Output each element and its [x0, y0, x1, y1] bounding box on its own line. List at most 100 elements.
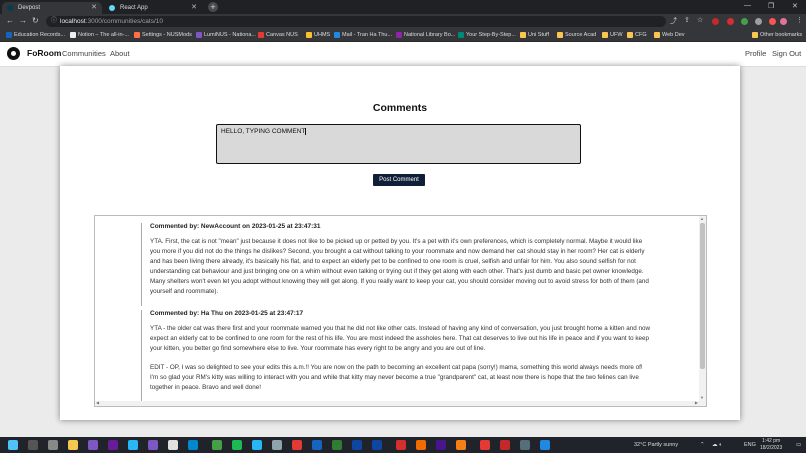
scroll-up-arrow-icon[interactable]: ▲ [700, 216, 704, 221]
bookmark-item[interactable]: Notion – The all-in-... [70, 29, 129, 41]
bookmark-item[interactable]: UHMS [306, 29, 330, 41]
bookmark-star-icon[interactable]: ☆ [697, 16, 703, 24]
comment-meta: Commented by: NewAccount on 2023-01-25 a… [150, 223, 321, 230]
text-caret [305, 128, 306, 135]
comment-paragraph: YTA. First, the cat is not "mean" just b… [150, 238, 649, 295]
app-icon[interactable] [168, 440, 178, 450]
bookmark-favicon-icon [134, 32, 140, 38]
comments-list[interactable]: Commented by: NewAccount on 2023-01-25 a… [94, 215, 707, 407]
profile-avatar-icon[interactable] [780, 18, 787, 25]
browser-tab-react-app[interactable]: React App ✕ [104, 2, 202, 14]
start-windows-icon[interactable] [8, 440, 18, 450]
close-tab-icon[interactable]: ✕ [191, 2, 197, 14]
search-icon[interactable] [28, 440, 38, 450]
comment-body: YTA - the older cat was there first and … [150, 324, 651, 393]
scroll-down-arrow-icon[interactable]: ▼ [700, 395, 704, 400]
horizontal-scrollbar[interactable]: ◀ ▶ [95, 400, 699, 406]
info-icon[interactable]: ⓘ [51, 16, 57, 27]
folder-icon [602, 32, 608, 38]
bookmark-folder[interactable]: Web Dev [654, 29, 685, 41]
bookmark-folder[interactable]: CFG [627, 29, 647, 41]
app-icon[interactable] [148, 440, 158, 450]
intellij-icon[interactable] [436, 440, 446, 450]
window-close-icon[interactable]: ✕ [792, 2, 798, 10]
app-icon[interactable] [520, 440, 530, 450]
app-icon[interactable] [416, 440, 426, 450]
bookmark-folder[interactable]: Source Acad [557, 29, 596, 41]
bookmark-folder[interactable]: UFW [602, 29, 623, 41]
chrome-icon[interactable] [480, 440, 490, 450]
url-bar[interactable]: ⓘ localhost:3000/communities/cats/10 [46, 16, 666, 27]
tray-icons[interactable]: ☁ ◐ [712, 437, 722, 453]
chrome-icon[interactable] [500, 440, 510, 450]
other-bookmarks-folder[interactable]: Other bookmarks [752, 29, 802, 41]
extension-icon[interactable] [712, 18, 719, 25]
excel-icon[interactable] [332, 440, 342, 450]
reload-icon[interactable]: ↻ [32, 16, 39, 25]
nav-link-sign-out[interactable]: Sign Out [772, 49, 801, 58]
nav-link-communities[interactable]: Communities [62, 49, 106, 58]
bookmark-item[interactable]: Mail - Tran Ha Thu... [334, 29, 392, 41]
system-clock[interactable]: 1:42 pm 18/2/2023 [760, 438, 782, 451]
notification-icon[interactable]: ▭ [796, 437, 801, 453]
post-comment-button[interactable]: Post Comment [373, 174, 425, 186]
comment-meta: Commented by: Ha Thu on 2023-01-25 at 23… [150, 310, 304, 317]
bookmark-item[interactable]: Education Records... [6, 29, 65, 41]
comment-item: Commented by: Ha Thu on 2023-01-25 at 23… [141, 310, 651, 402]
telegram-icon[interactable] [252, 440, 262, 450]
app-icon[interactable] [292, 440, 302, 450]
brand-link[interactable]: FoRoom [27, 48, 61, 58]
word-icon[interactable] [312, 440, 322, 450]
scroll-left-arrow-icon[interactable]: ◀ [96, 400, 99, 405]
bookmark-folder[interactable]: Uni Stuff [520, 29, 549, 41]
back-arrow-icon[interactable]: ← [6, 16, 14, 25]
bookmark-favicon-icon [396, 32, 402, 38]
bookmark-item[interactable]: LumiNUS - Nationa... [196, 29, 256, 41]
app-icon[interactable] [272, 440, 282, 450]
minimize-icon[interactable]: — [744, 2, 751, 9]
scrollbar-thumb[interactable] [700, 223, 705, 369]
tab-title: Devpost [18, 5, 41, 11]
cast-icon[interactable]: ⤴ [670, 16, 677, 26]
comment-body: YTA. First, the cat is not "mean" just b… [150, 237, 651, 297]
vscode-icon[interactable] [128, 440, 138, 450]
bookmark-item[interactable]: National Library Bo... [396, 29, 455, 41]
weather-widget[interactable]: 32°C Partly sunny [634, 437, 678, 453]
github-logo-icon[interactable] [7, 47, 20, 60]
whatsapp-icon[interactable] [212, 440, 222, 450]
extensions-puzzle-icon[interactable] [755, 18, 762, 25]
extension-icon[interactable] [727, 18, 734, 25]
nav-link-about[interactable]: About [110, 49, 130, 58]
vertical-scrollbar[interactable]: ▲ ▼ [699, 216, 706, 406]
maximize-icon[interactable]: ❐ [768, 2, 774, 10]
nav-link-profile[interactable]: Profile [745, 49, 766, 58]
comments-card: Comments HELLO, TYPING COMMENT Post Comm… [60, 66, 740, 420]
extension-icon[interactable] [769, 18, 776, 25]
comment-textarea[interactable]: HELLO, TYPING COMMENT [216, 124, 581, 164]
acrobat-icon[interactable] [396, 440, 406, 450]
app-icon[interactable] [540, 440, 550, 450]
bookmark-item[interactable]: Canvas NUS [258, 29, 298, 41]
browser-tab-devpost[interactable]: Devpost ✕ [2, 2, 102, 14]
scroll-right-arrow-icon[interactable]: ▶ [695, 400, 698, 405]
github-desktop-icon[interactable] [88, 440, 98, 450]
file-explorer-icon[interactable] [68, 440, 78, 450]
visual-studio-icon[interactable] [108, 440, 118, 450]
language-indicator[interactable]: ENG [744, 437, 756, 453]
extension-icon[interactable] [741, 18, 748, 25]
forward-arrow-icon[interactable]: → [19, 16, 27, 25]
tray-chevron-up-icon[interactable]: ⌃ [700, 437, 705, 453]
share-icon[interactable]: ⇪ [684, 16, 690, 24]
settings-gear-icon[interactable] [48, 440, 58, 450]
lightroom-icon[interactable] [372, 440, 382, 450]
app-icon[interactable] [456, 440, 466, 450]
bookmark-item[interactable]: Your Step-By-Step... [458, 29, 516, 41]
edge-icon[interactable] [188, 440, 198, 450]
notion-icon [70, 32, 76, 38]
bookmark-item[interactable]: Settings - NUSMods [134, 29, 192, 41]
spotify-icon[interactable] [232, 440, 242, 450]
close-tab-icon[interactable]: ✕ [91, 2, 97, 14]
new-tab-icon[interactable]: + [208, 2, 218, 12]
photoshop-icon[interactable] [352, 440, 362, 450]
menu-kebab-icon[interactable]: ⋮ [796, 16, 803, 24]
